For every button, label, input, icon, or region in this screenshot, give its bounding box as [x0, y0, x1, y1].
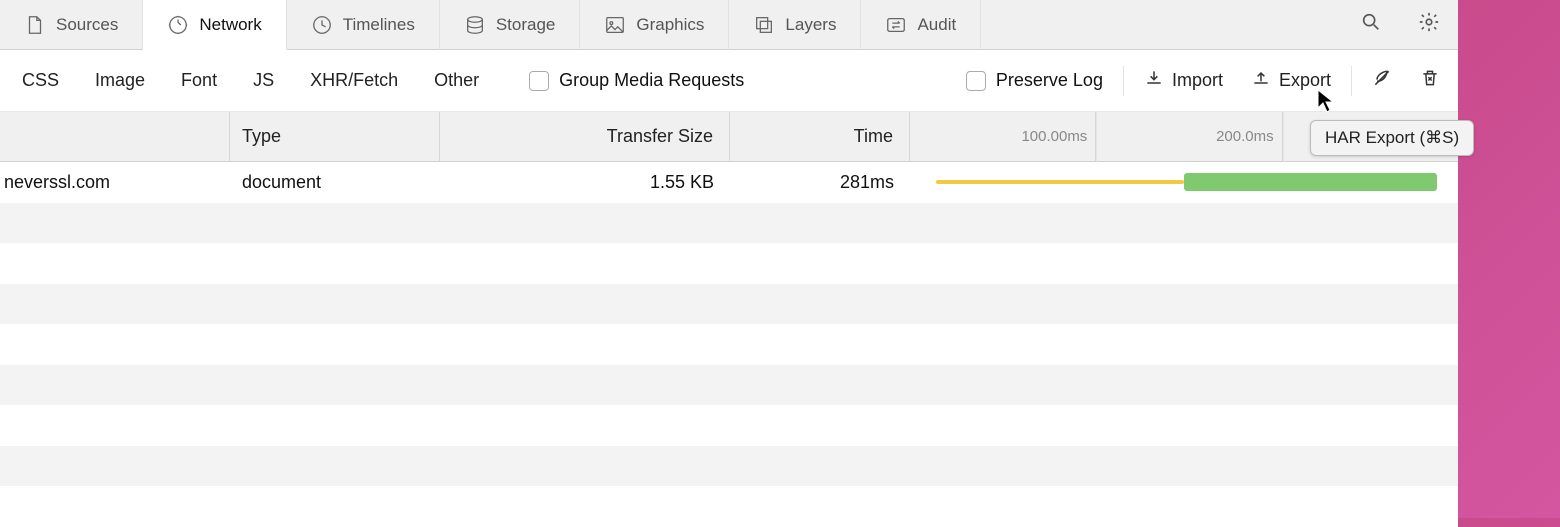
filter-css[interactable]: CSS	[4, 70, 77, 91]
filter-js[interactable]: JS	[235, 70, 292, 91]
table-row	[0, 324, 1458, 365]
filter-xhr-fetch[interactable]: XHR/Fetch	[292, 70, 416, 91]
preserve-log-checkbox[interactable]: Preserve Log	[952, 70, 1117, 91]
preserve-log-label: Preserve Log	[996, 70, 1103, 91]
tab-network[interactable]: Network	[143, 0, 286, 50]
clock-icon	[311, 14, 333, 36]
waterfall-wait-bar	[936, 180, 1184, 184]
table-row	[0, 405, 1458, 446]
filter-other[interactable]: Other	[416, 70, 497, 91]
column-name[interactable]	[0, 112, 230, 161]
table-header: Type Transfer Size Time 100.00ms 200.0ms	[0, 112, 1458, 162]
cell-waterfall	[910, 162, 1458, 203]
download-icon	[1144, 68, 1164, 93]
separator	[1351, 66, 1352, 96]
tab-label: Graphics	[636, 15, 704, 35]
group-media-label: Group Media Requests	[559, 70, 744, 91]
tab-timelines[interactable]: Timelines	[287, 0, 440, 50]
database-icon	[464, 14, 486, 36]
tab-storage[interactable]: Storage	[440, 0, 581, 50]
search-button[interactable]	[1342, 0, 1400, 50]
tab-label: Layers	[785, 15, 836, 35]
separator	[1123, 66, 1124, 96]
tab-sources[interactable]: Sources	[0, 0, 143, 50]
checkbox-icon	[529, 71, 549, 91]
import-button[interactable]: Import	[1130, 68, 1237, 93]
import-label: Import	[1172, 70, 1223, 91]
settings-button[interactable]	[1400, 0, 1458, 50]
toolbar: CSS Image Font JS XHR/Fetch Other Group …	[0, 50, 1458, 112]
disable-cache-button[interactable]	[1358, 68, 1406, 93]
tab-label: Network	[199, 15, 261, 35]
waterfall-receive-bar	[1184, 173, 1437, 191]
search-icon	[1360, 11, 1382, 38]
cell-time: 281ms	[730, 162, 910, 203]
filter-image[interactable]: Image	[77, 70, 163, 91]
upload-icon	[1251, 68, 1271, 93]
checkbox-icon	[966, 71, 986, 91]
tab-label: Storage	[496, 15, 556, 35]
table-row	[0, 243, 1458, 284]
cell-type: document	[230, 162, 440, 203]
swap-icon	[885, 14, 907, 36]
leaf-slash-icon	[1372, 68, 1392, 93]
tabbar: Sources Network Timelines Storage Graphi…	[0, 0, 1458, 50]
table-row	[0, 203, 1458, 244]
column-time[interactable]: Time	[730, 112, 910, 161]
tab-layers[interactable]: Layers	[729, 0, 861, 50]
image-icon	[604, 14, 626, 36]
export-button[interactable]: Export	[1237, 68, 1345, 93]
layers-icon	[753, 14, 775, 36]
table-row	[0, 446, 1458, 487]
cell-name: neverssl.com	[0, 162, 230, 203]
filter-font[interactable]: Font	[163, 70, 235, 91]
clear-button[interactable]	[1406, 68, 1454, 93]
cell-size: 1.55 KB	[440, 162, 730, 203]
export-label: Export	[1279, 70, 1331, 91]
tab-label: Timelines	[343, 15, 415, 35]
gear-icon	[1418, 11, 1440, 38]
waterfall-tick: 100.00ms	[910, 112, 1096, 161]
column-size[interactable]: Transfer Size	[440, 112, 730, 161]
table-row	[0, 284, 1458, 325]
tab-audit[interactable]: Audit	[861, 0, 981, 50]
table-row	[0, 365, 1458, 406]
table-row[interactable]: neverssl.com document 1.55 KB 281ms	[0, 162, 1458, 203]
network-icon	[167, 14, 189, 36]
column-type[interactable]: Type	[230, 112, 440, 161]
tab-label: Audit	[917, 15, 956, 35]
waterfall-tick: 200.0ms	[1096, 112, 1282, 161]
tab-graphics[interactable]: Graphics	[580, 0, 729, 50]
request-table: neverssl.com document 1.55 KB 281ms	[0, 162, 1458, 527]
export-tooltip: HAR Export (⌘S)	[1310, 120, 1474, 156]
trash-icon	[1420, 68, 1440, 93]
file-icon	[24, 14, 46, 36]
group-media-checkbox[interactable]: Group Media Requests	[515, 70, 758, 91]
tab-label: Sources	[56, 15, 118, 35]
table-row	[0, 486, 1458, 527]
